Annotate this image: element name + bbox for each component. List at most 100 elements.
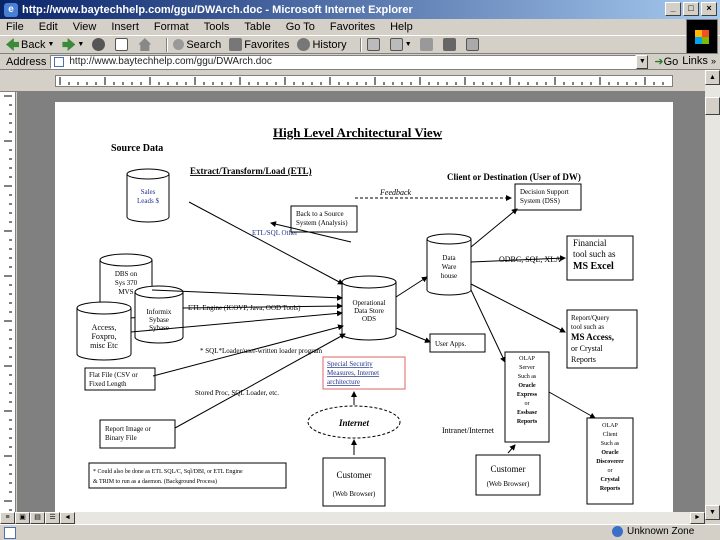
- special-security-label-2: Measures, Internet: [327, 369, 379, 377]
- menu-file[interactable]: File: [6, 21, 24, 33]
- menu-help[interactable]: Help: [390, 21, 413, 33]
- sql-note: * SQL*Loader/user-written loader program: [200, 347, 323, 355]
- go-arrow-icon: ➜: [654, 56, 664, 68]
- view-web-button[interactable]: ▣: [15, 512, 30, 524]
- internet-label: Internet: [338, 418, 370, 428]
- customer2-sub-label: (Web Browser): [487, 480, 530, 488]
- scroll-down-button[interactable]: ▼: [705, 505, 720, 520]
- security-zone: Unknown Zone: [612, 526, 694, 537]
- links-button[interactable]: Links »: [682, 55, 716, 67]
- home-button[interactable]: [138, 38, 153, 51]
- mail-button[interactable]: [366, 38, 382, 51]
- dw-label-1: Data: [442, 254, 456, 262]
- architecture-diagram: High Level Architectural View Source Dat…: [76, 125, 638, 507]
- client-heading: Client or Destination (User of DW): [447, 172, 581, 182]
- close-button[interactable]: ×: [701, 2, 717, 16]
- menu-format[interactable]: Format: [154, 21, 189, 33]
- olap-server-label-4: Oracle: [518, 383, 536, 389]
- document-page: High Level Architectural View Source Dat…: [55, 102, 673, 520]
- dbs-label-3: MVS: [118, 288, 133, 296]
- address-url: http://www.baytechhelp.com/ggu/DWArch.do…: [69, 55, 272, 67]
- report-query-label-3: MS Access,: [571, 332, 614, 342]
- minimize-button[interactable]: _: [665, 2, 681, 16]
- history-icon: [297, 38, 311, 51]
- go-button[interactable]: ➜Go: [654, 55, 678, 68]
- menu-edit[interactable]: Edit: [39, 21, 58, 33]
- menu-view[interactable]: View: [73, 21, 97, 33]
- financial-label-2: tool such as: [573, 249, 616, 259]
- scroll-right-button[interactable]: ►: [690, 512, 705, 524]
- vertical-scrollbar[interactable]: ▲ ▼: [705, 70, 720, 520]
- view-print-button[interactable]: ▤: [30, 512, 45, 524]
- page-icon: [54, 56, 65, 67]
- stop-icon: [92, 38, 106, 51]
- report-query-label-4: or Crystal: [571, 344, 604, 353]
- customer-sub-label: (Web Browser): [333, 490, 376, 498]
- olap-server-label-2: Server: [519, 365, 535, 371]
- maximize-button[interactable]: □: [683, 2, 699, 16]
- dbs-label-2: Sys 370: [115, 279, 138, 287]
- menu-insert[interactable]: Insert: [111, 21, 139, 33]
- window-title: http://www.baytechhelp.com/ggu/DWArch.do…: [22, 3, 413, 16]
- scroll-up-button[interactable]: ▲: [705, 70, 720, 85]
- sales-leads-label-2: Leads $: [137, 197, 159, 205]
- scroll-thumb[interactable]: [705, 97, 720, 115]
- edit-dropdown-button[interactable]: ▼: [389, 38, 412, 51]
- discuss-button[interactable]: [442, 38, 458, 51]
- windows-logo-icon: [686, 19, 718, 54]
- menu-tools[interactable]: Tools: [204, 21, 230, 33]
- ods-label-2: Data Store: [354, 307, 384, 315]
- document-area[interactable]: High Level Architectural View Source Dat…: [17, 92, 705, 520]
- olap-server-label-5: Express: [517, 392, 538, 398]
- history-button[interactable]: History: [297, 38, 347, 51]
- menu-goto[interactable]: Go To: [286, 21, 315, 33]
- back-to-source-label-1: Back to a Source: [296, 210, 344, 218]
- search-button[interactable]: Search: [173, 39, 221, 51]
- back-to-source-label-2: System (Analysis): [296, 219, 348, 227]
- olap-client-label-5: Discoverer: [596, 459, 624, 465]
- favorites-button[interactable]: Favorites: [229, 38, 289, 51]
- title-bar: e http://www.baytechhelp.com/ggu/DWArch.…: [0, 0, 720, 19]
- forward-button[interactable]: ▼: [62, 38, 84, 51]
- done-page-icon: [4, 526, 16, 539]
- refresh-button[interactable]: [115, 38, 130, 51]
- stop-button[interactable]: [92, 38, 107, 51]
- dss-label-2: System (DSS): [520, 197, 561, 205]
- ruler-ticks: [59, 77, 664, 85]
- olap-server-label-6: or: [525, 401, 530, 407]
- informix-label-2: Sybase: [149, 316, 169, 324]
- ie-icon: e: [4, 2, 18, 17]
- menu-bar: File Edit View Insert Format Tools Table…: [0, 19, 720, 36]
- mail-icon: [366, 38, 380, 51]
- discuss-icon: [442, 38, 456, 51]
- menu-favorites[interactable]: Favorites: [330, 21, 375, 33]
- special-security-label-1: Special Security: [327, 360, 373, 368]
- dbs-label-1: DBS on: [115, 270, 138, 278]
- view-normal-button[interactable]: ≡: [0, 512, 15, 524]
- address-dropdown-button[interactable]: ▼: [636, 54, 649, 69]
- report-query-label-2: tool such as: [571, 323, 604, 331]
- flat-file-label-2: Fixed Length: [89, 380, 127, 388]
- address-input[interactable]: http://www.baytechhelp.com/ggu/DWArch.do…: [50, 54, 637, 69]
- report-query-label-1: Report/Query: [571, 314, 610, 322]
- olap-client-label-1: OLAP: [602, 423, 618, 429]
- olap-client-label-8: Reports: [600, 486, 621, 492]
- informix-label-3: Sybase: [149, 324, 169, 332]
- scroll-left-button[interactable]: ◄: [60, 512, 75, 524]
- view-outline-button[interactable]: ☰: [45, 512, 60, 524]
- status-bar: Unknown Zone: [0, 524, 720, 540]
- olap-client-label-7: Crystal: [601, 477, 620, 483]
- financial-label-3: MS Excel: [573, 261, 614, 272]
- refresh-icon: [115, 38, 129, 51]
- messenger-button[interactable]: [465, 38, 481, 51]
- print-button[interactable]: [419, 38, 435, 51]
- search-icon: [173, 39, 185, 50]
- olap-client-label-3: Such as: [601, 441, 620, 447]
- back-button[interactable]: Back ▼: [6, 38, 54, 51]
- favorites-icon: [229, 38, 243, 51]
- horizontal-scrollbar[interactable]: ≡ ▣ ▤ ☰ ◄ ►: [0, 512, 705, 524]
- address-label: Address: [6, 55, 47, 68]
- address-bar: Address http://www.baytechhelp.com/ggu/D…: [0, 54, 720, 70]
- menu-table[interactable]: Table: [244, 21, 270, 33]
- sales-leads-label-1: Sales: [141, 188, 156, 196]
